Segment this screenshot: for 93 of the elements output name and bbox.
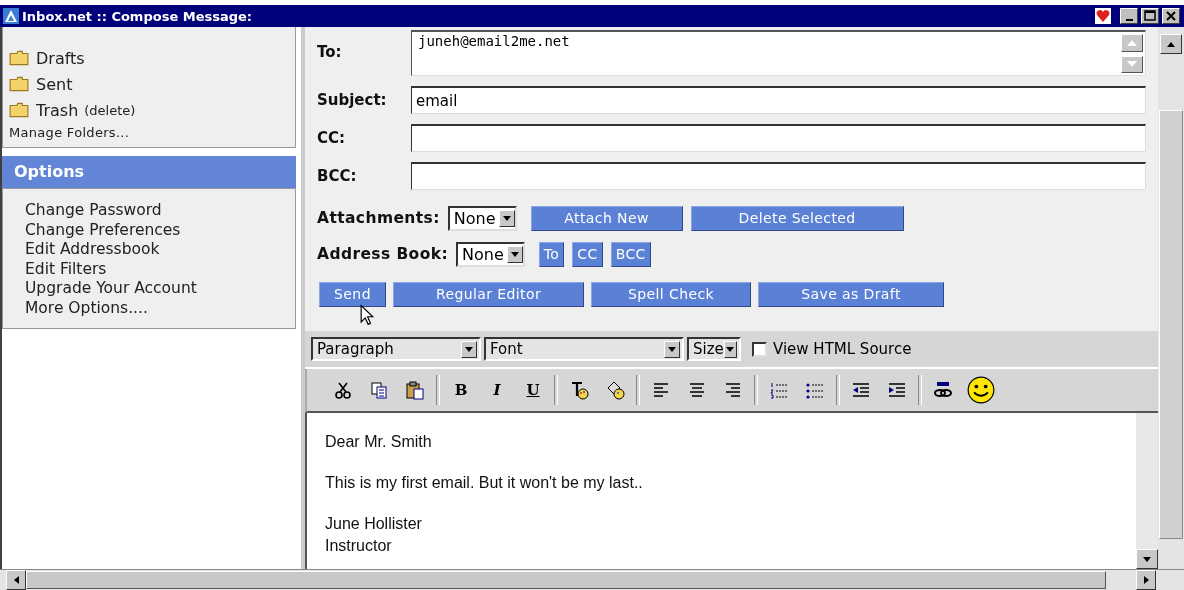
- message-editor[interactable]: Dear Mr. Smith This is my first email. But it won't be my last.. June Hollister Instructor: [305, 413, 1158, 569]
- field-label: To:: [317, 43, 343, 61]
- message-text: Instructor: [325, 536, 393, 556]
- field-label: Attachments:: [317, 209, 440, 227]
- text-style-button[interactable]: I: [479, 381, 515, 399]
- chain-link-icon[interactable]: [933, 380, 953, 400]
- copy-icon[interactable]: [369, 380, 389, 400]
- text-field[interactable]: email: [411, 86, 1146, 114]
- vertical-scrollbar[interactable]: [1158, 27, 1184, 569]
- indent-icon[interactable]: [887, 380, 907, 400]
- field-label: Subject:: [317, 91, 388, 109]
- folder-icon: [9, 102, 29, 118]
- manage-folders-link[interactable]: Manage Folders...: [9, 125, 295, 140]
- paste-icon[interactable]: [405, 380, 425, 400]
- format-dropdown[interactable]: Size: [687, 337, 741, 361]
- options-link[interactable]: More Options....: [25, 298, 295, 318]
- address-button[interactable]: To: [538, 241, 565, 267]
- left-arrow-icon: [13, 576, 19, 584]
- caret-icon: [510, 251, 519, 257]
- checkbox-label: View HTML Source: [773, 340, 912, 358]
- action-button[interactable]: Save as Draft: [758, 281, 944, 307]
- format-dropdown[interactable]: Paragraph: [311, 337, 481, 361]
- address-button[interactable]: CC: [572, 241, 603, 267]
- folder-link[interactable]: Sent: [36, 74, 73, 94]
- close-icon: [1165, 10, 1177, 22]
- address-book-dropdown[interactable]: None: [456, 241, 525, 267]
- action-button[interactable]: Send: [319, 281, 386, 307]
- message-text: June Hollister: [325, 514, 423, 534]
- window-title: Inbox.net :: Compose Message:: [22, 8, 254, 24]
- options-header: Options: [2, 156, 296, 188]
- message-text: Dear Mr. Smith: [325, 432, 433, 452]
- attachment-button[interactable]: Delete Selected: [690, 205, 904, 231]
- folder-link[interactable]: Trash: [36, 100, 79, 120]
- options-link[interactable]: Upgrade Your Account: [25, 279, 295, 299]
- scroll-down-button[interactable]: [1136, 549, 1158, 569]
- folder-icon: [9, 76, 29, 92]
- field-label: CC:: [317, 129, 346, 147]
- mouse-pointer-icon: [360, 304, 374, 326]
- smiley-icon[interactable]: [967, 376, 995, 404]
- scroll-up-button[interactable]: [1160, 34, 1182, 54]
- attachment-dropdown[interactable]: None: [447, 205, 517, 231]
- align-icon[interactable]: [723, 380, 743, 400]
- format-dropdown[interactable]: Font: [484, 337, 684, 361]
- field-value: juneh@email2me.net: [417, 32, 571, 51]
- message-text: This is my first email. But it won't be my last..: [325, 473, 644, 493]
- checkbox[interactable]: [752, 341, 767, 357]
- outdent-icon[interactable]: [851, 380, 871, 400]
- action-button[interactable]: Spell Check: [591, 281, 751, 307]
- down-arrow-icon: [1127, 61, 1137, 68]
- scrollbar-thumb[interactable]: [1159, 110, 1183, 539]
- text-style-button[interactable]: B: [443, 381, 479, 399]
- close-button[interactable]: [1162, 8, 1180, 24]
- scrollbar-thumb[interactable]: [26, 571, 1106, 589]
- options-link[interactable]: Edit Addressbook: [25, 240, 295, 260]
- maximize-button[interactable]: [1141, 8, 1159, 24]
- folder-link[interactable]: Drafts: [36, 48, 85, 68]
- delete-link[interactable]: (delete): [84, 102, 136, 118]
- cut-icon[interactable]: [333, 380, 353, 400]
- heart-icon: [1095, 8, 1111, 24]
- attachment-button[interactable]: Attach New: [530, 205, 683, 231]
- text-color-icon[interactable]: [569, 380, 589, 400]
- scroll-down-button[interactable]: [1121, 55, 1143, 73]
- numbered-list-icon[interactable]: [769, 380, 789, 400]
- folder-icon: [9, 50, 29, 66]
- action-button[interactable]: Regular Editor: [393, 281, 584, 307]
- options-link[interactable]: Edit Filters: [25, 259, 295, 279]
- text-style-button[interactable]: U: [515, 381, 551, 399]
- scroll-left-button[interactable]: [6, 570, 26, 590]
- scroll-up-button[interactable]: [1121, 34, 1143, 52]
- address-button[interactable]: BCC: [610, 241, 651, 267]
- minimize-button[interactable]: [1120, 8, 1138, 24]
- caret-icon: [726, 346, 735, 352]
- text-field[interactable]: [411, 162, 1146, 190]
- align-icon[interactable]: [687, 380, 707, 400]
- field-label: BCC:: [317, 167, 358, 185]
- caret-icon: [502, 215, 511, 221]
- down-arrow-icon: [1143, 556, 1151, 562]
- right-arrow-icon: [1143, 576, 1149, 584]
- field-label: Address Book:: [317, 245, 448, 263]
- align-icon[interactable]: [651, 380, 671, 400]
- recipient-field[interactable]: juneh@email2me.net: [411, 30, 1146, 76]
- options-link[interactable]: Change Preferences: [25, 220, 295, 240]
- horizontal-scrollbar[interactable]: [0, 569, 1184, 590]
- caret-icon: [668, 346, 676, 352]
- maximize-icon: [1144, 10, 1156, 22]
- options-link[interactable]: Change Password: [25, 201, 295, 221]
- text-field[interactable]: [411, 124, 1146, 152]
- up-arrow-icon: [1127, 39, 1137, 46]
- scroll-right-button[interactable]: [1136, 570, 1156, 590]
- app-icon: [3, 8, 19, 24]
- minimize-icon: [1125, 18, 1133, 21]
- up-arrow-icon: [1167, 41, 1175, 47]
- caret-icon: [465, 346, 473, 352]
